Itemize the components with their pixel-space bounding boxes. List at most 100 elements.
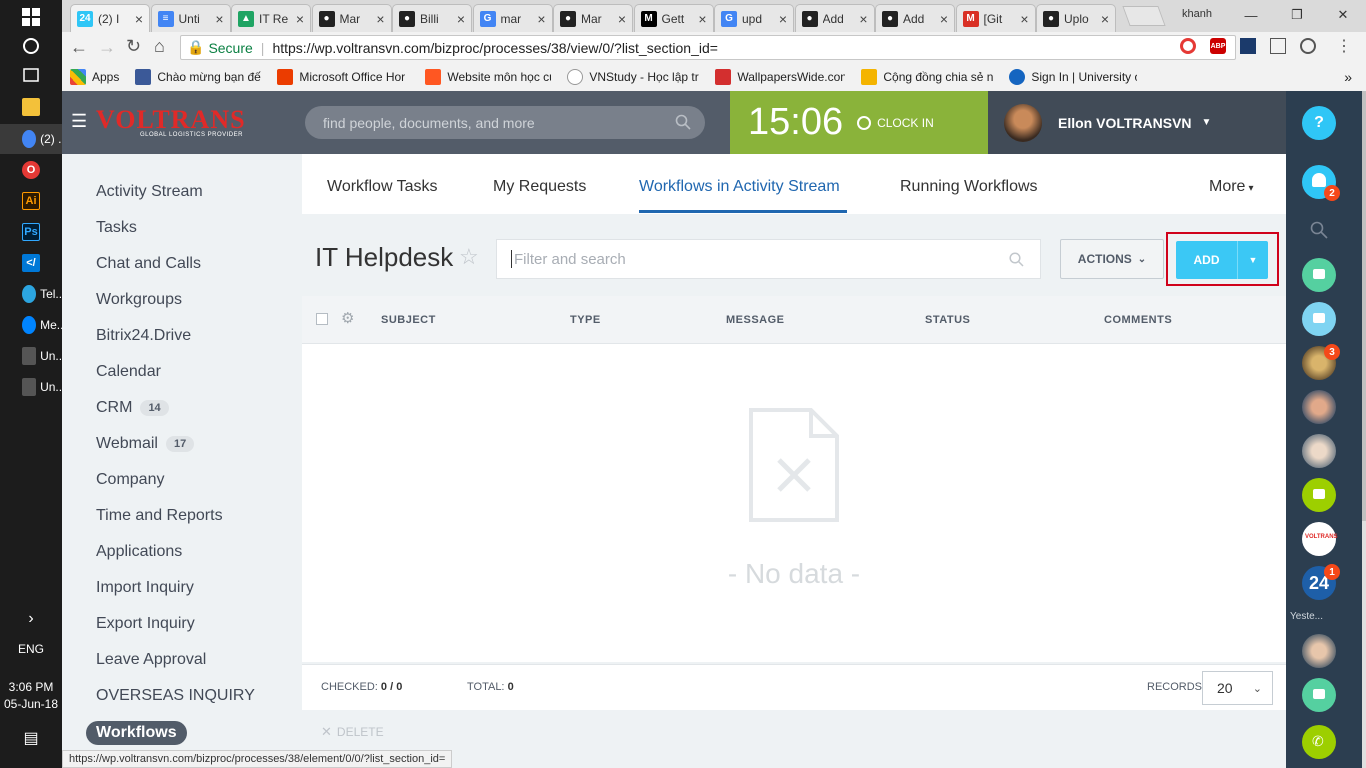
- tab-close-icon[interactable]: ×: [376, 11, 384, 27]
- company-logo[interactable]: VOLTRANS GLOBAL LOGISTICS PROVIDER: [96, 105, 246, 138]
- browser-tab[interactable]: ● Mar ×: [553, 4, 633, 32]
- tab-close-icon[interactable]: ×: [1020, 11, 1028, 27]
- tab-close-icon[interactable]: ×: [215, 11, 223, 27]
- menu-item[interactable]: Company: [96, 471, 164, 489]
- grid-settings-gear-icon[interactable]: ⚙: [341, 309, 354, 327]
- bookmark-wallpapers[interactable]: WallpapersWide.con: [715, 68, 845, 85]
- taskbar-time[interactable]: 3:06 PM: [0, 680, 62, 694]
- menu-item[interactable]: Bitrix24.Drive: [96, 327, 191, 345]
- browser-tab[interactable]: ● Billi ×: [392, 4, 472, 32]
- minimize-icon[interactable]: —: [1228, 8, 1274, 23]
- opera-icon[interactable]: O: [0, 155, 62, 185]
- language-indicator[interactable]: ENG: [0, 642, 62, 656]
- browser-tab[interactable]: ≡ Unti ×: [150, 4, 231, 32]
- menu-item[interactable]: Export Inquiry: [96, 615, 195, 633]
- opera-extension-icon[interactable]: [1180, 38, 1196, 54]
- menu-kebab-icon[interactable]: ⋮: [1336, 36, 1352, 56]
- user-menu[interactable]: Ellon VOLTRANSVN ▼: [988, 91, 1286, 154]
- browser-tab[interactable]: M [Git ×: [955, 4, 1036, 32]
- adblock-icon[interactable]: ABP: [1210, 38, 1226, 54]
- illustrator-icon[interactable]: Ai: [0, 186, 62, 216]
- column-header-subject[interactable]: SUBJECT: [381, 314, 436, 326]
- tab-more[interactable]: More ▾: [1209, 178, 1253, 196]
- tab-close-icon[interactable]: ×: [698, 11, 706, 27]
- menu-item[interactable]: Activity Stream: [96, 183, 203, 201]
- vscode-icon[interactable]: </: [0, 248, 62, 278]
- menu-item[interactable]: Leave Approval: [96, 651, 206, 669]
- menu-item[interactable]: OVERSEAS INQUIRY: [96, 687, 255, 705]
- column-header-message[interactable]: MESSAGE: [726, 314, 785, 326]
- tab-close-icon[interactable]: ×: [779, 11, 787, 27]
- select-all-checkbox[interactable]: [316, 313, 328, 325]
- windows-start-icon[interactable]: [0, 2, 62, 32]
- taskbar-app-telegram[interactable]: Tel...: [0, 279, 62, 309]
- menu-item[interactable]: Chat and Calls: [96, 255, 201, 273]
- clock-widget[interactable]: 15:06 CLOCK IN: [730, 91, 988, 154]
- menu-item[interactable]: Workgroups: [96, 291, 182, 309]
- favorite-star-icon[interactable]: ☆: [459, 244, 479, 270]
- menu-item-workflows-active[interactable]: Workflows: [86, 721, 187, 745]
- hamburger-menu-icon[interactable]: ☰: [71, 111, 87, 132]
- bookmark-office[interactable]: Microsoft Office Hor: [277, 68, 409, 85]
- page-scrollbar[interactable]: [1362, 91, 1366, 768]
- bookmark-vnstudy[interactable]: VNStudy - Học lập tr: [567, 68, 699, 85]
- tab-close-icon[interactable]: ×: [296, 11, 304, 27]
- company-chat-avatar[interactable]: VOLTRANS: [1302, 522, 1338, 556]
- menu-item[interactable]: Import Inquiry: [96, 579, 194, 597]
- tab-running-workflows[interactable]: Running Workflows: [900, 178, 1038, 196]
- action-center-icon[interactable]: ▤: [0, 728, 62, 748]
- notifications-bell-icon[interactable]: 2: [1302, 165, 1340, 201]
- contacts-search-icon[interactable]: [1310, 221, 1328, 244]
- taskbar-app-unity-2[interactable]: Un...: [0, 372, 62, 402]
- cortana-icon[interactable]: [0, 31, 62, 61]
- clock-in-label[interactable]: CLOCK IN: [877, 116, 934, 130]
- menu-item[interactable]: Tasks: [96, 219, 137, 237]
- add-dropdown-button[interactable]: ▼: [1237, 241, 1268, 279]
- lock-chat-icon[interactable]: [1302, 258, 1336, 292]
- browser-tab[interactable]: ▲ IT Re ×: [231, 4, 311, 32]
- browser-tab[interactable]: ● Add ×: [794, 4, 875, 32]
- menu-item[interactable]: Webmail 17: [96, 435, 195, 453]
- profile-name[interactable]: khanh: [1182, 8, 1212, 20]
- taskbar-app-chrome[interactable]: (2) ...: [0, 124, 62, 154]
- tab-workflows-in-activity-stream[interactable]: Workflows in Activity Stream: [639, 178, 840, 196]
- home-icon[interactable]: ⌂: [154, 36, 165, 57]
- new-tab-button[interactable]: [1122, 6, 1166, 26]
- menu-item[interactable]: Applications: [96, 543, 182, 561]
- photoshop-icon[interactable]: Ps: [0, 217, 62, 247]
- filter-search-input[interactable]: Filter and search: [496, 239, 1041, 279]
- close-window-icon[interactable]: ✕: [1320, 7, 1366, 23]
- delete-action[interactable]: ✕ DELETE: [321, 724, 384, 740]
- user-avatar-chat[interactable]: [1302, 434, 1336, 468]
- taskbar-date[interactable]: 05-Jun-18: [0, 697, 62, 711]
- back-icon[interactable]: ←: [70, 37, 88, 58]
- column-header-type[interactable]: TYPE: [570, 314, 601, 326]
- lock-chat-icon[interactable]: [1302, 302, 1336, 336]
- browser-tab[interactable]: M Gett ×: [633, 4, 714, 32]
- qr-code-icon[interactable]: [1270, 38, 1286, 54]
- reload-icon[interactable]: ↻: [126, 36, 141, 57]
- menu-item[interactable]: Time and Reports: [96, 507, 223, 525]
- user-avatar-chat[interactable]: [1302, 634, 1336, 668]
- tab-close-icon[interactable]: ×: [859, 11, 867, 27]
- bookmark-blogger[interactable]: Website môn học củ: [425, 68, 551, 85]
- tab-close-icon[interactable]: ×: [537, 11, 545, 27]
- tab-close-icon[interactable]: ×: [1101, 11, 1109, 27]
- bookmark-facebook[interactable]: Chào mừng bạn đến: [135, 68, 261, 85]
- tab-my-requests[interactable]: My Requests: [493, 178, 586, 196]
- user-avatar-chat[interactable]: 3: [1302, 344, 1340, 380]
- bitrix24-icon[interactable]: 24 1: [1302, 564, 1340, 600]
- file-explorer-icon[interactable]: [0, 92, 62, 122]
- browser-tab[interactable]: ● Uplo ×: [1036, 4, 1116, 32]
- phone-icon[interactable]: ✆: [1302, 725, 1336, 759]
- taskbar-app-messenger[interactable]: Me...: [0, 310, 62, 340]
- tab-workflow-tasks[interactable]: Workflow Tasks: [327, 178, 438, 196]
- browser-tab[interactable]: ● Add ×: [875, 4, 955, 32]
- menu-item[interactable]: CRM 14: [96, 399, 169, 417]
- tab-close-icon[interactable]: ×: [940, 11, 948, 27]
- browser-tab[interactable]: Gmar ×: [472, 4, 553, 32]
- column-header-status[interactable]: STATUS: [925, 314, 970, 326]
- task-view-icon[interactable]: [0, 60, 62, 90]
- bookmark-apps[interactable]: Apps: [70, 68, 119, 85]
- chevron-right-icon[interactable]: ›: [0, 610, 62, 628]
